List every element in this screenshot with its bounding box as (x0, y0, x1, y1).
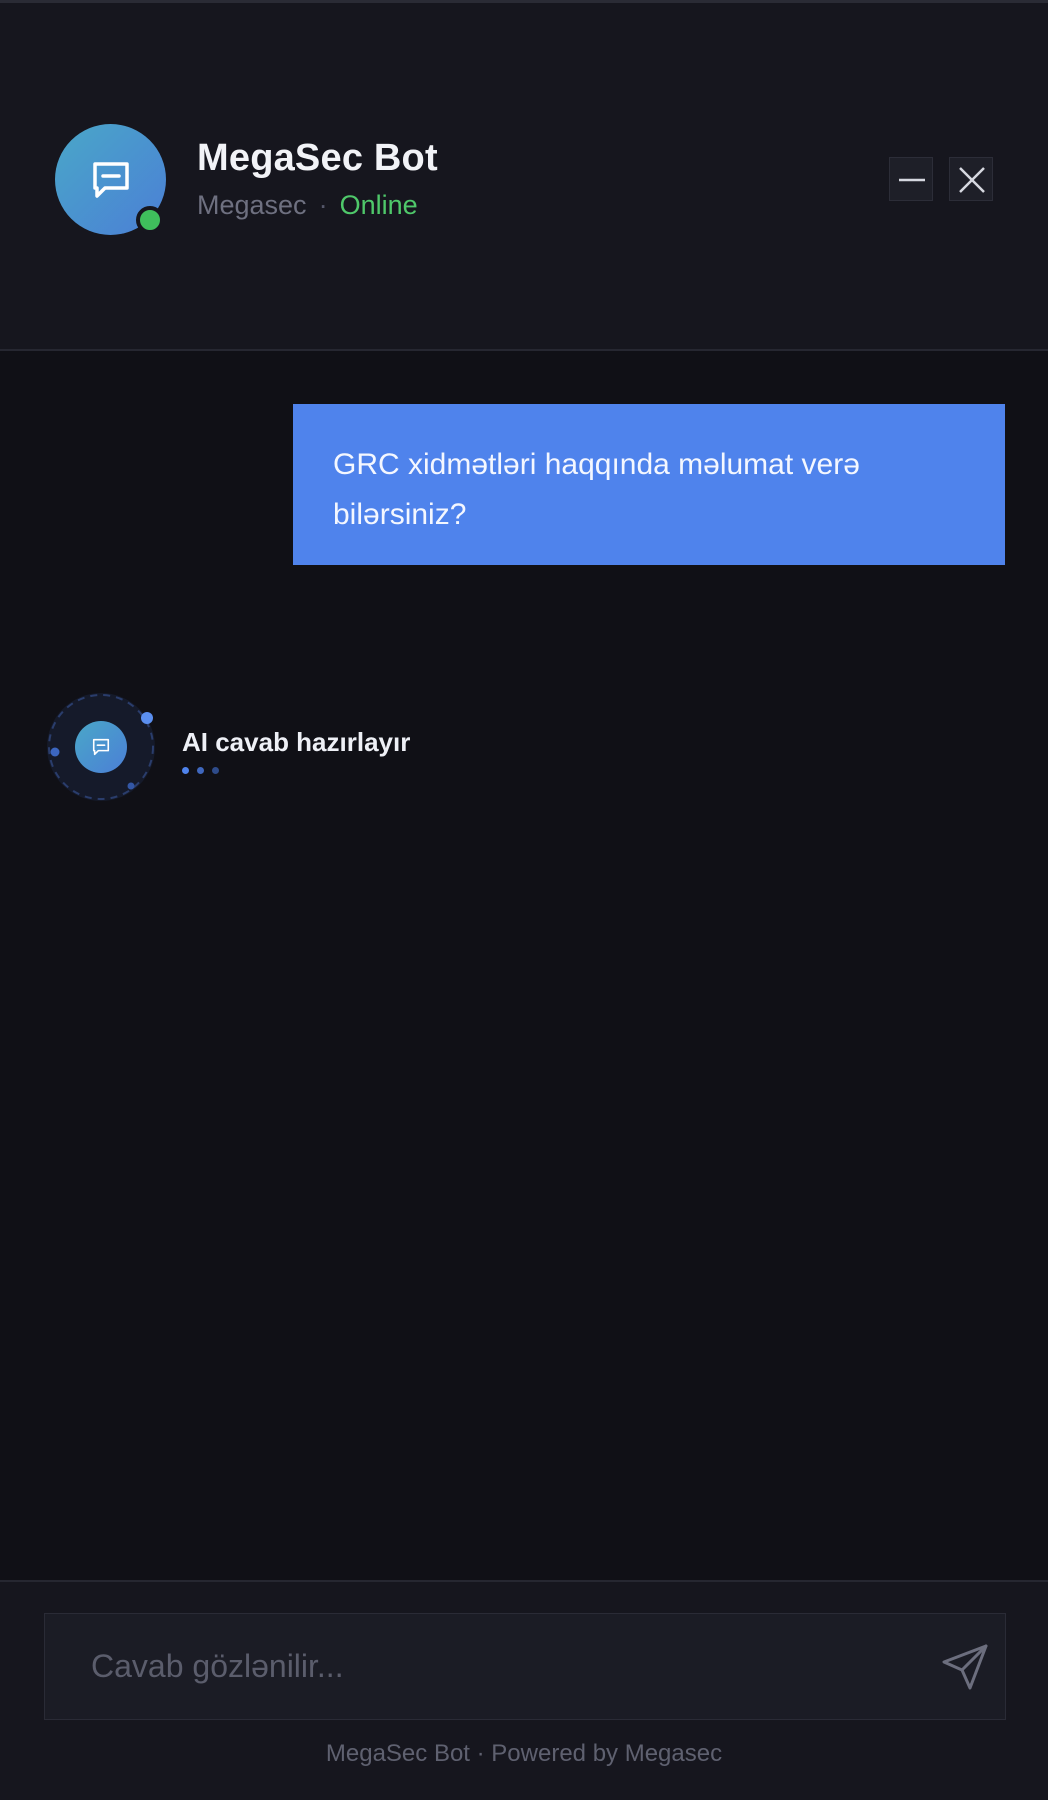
typing-dot (197, 767, 204, 774)
chat-header: MegaSec Bot Megasec · Online (0, 0, 1048, 351)
typing-dot (212, 767, 219, 774)
typing-avatar (46, 692, 156, 802)
user-message: GRC xidmətləri haqqında məlumat verə bil… (293, 404, 1005, 565)
status-text: Online (339, 190, 418, 220)
powered-by-footer: MegaSec Bot · Powered by Megasec (325, 1740, 723, 1767)
close-icon (959, 167, 985, 193)
bot-subtitle: Megasec · Online (197, 190, 418, 221)
chat-widget: MegaSec Bot Megasec · Online GRC xidmətlər… (0, 0, 1048, 1800)
message-input-box (44, 1613, 1006, 1720)
typing-dot (182, 767, 189, 774)
minimize-button[interactable] (889, 157, 933, 201)
chat-bubble-icon (93, 162, 129, 198)
close-button[interactable] (949, 157, 993, 201)
bot-name: MegaSec Bot (197, 137, 438, 179)
typing-label: AI cavab hazırlayır (182, 727, 411, 757)
company-name: Megasec (197, 190, 307, 220)
composer: MegaSec Bot · Powered by Megasec (0, 1580, 1048, 1800)
send-icon (942, 1644, 988, 1690)
send-button[interactable] (940, 1642, 992, 1692)
subtitle-separator: · (318, 190, 328, 220)
chat-bubble-icon (92, 738, 110, 756)
minimize-icon (899, 178, 925, 182)
online-indicator (136, 206, 164, 234)
message-input[interactable] (45, 1614, 905, 1719)
typing-dots (182, 761, 227, 774)
